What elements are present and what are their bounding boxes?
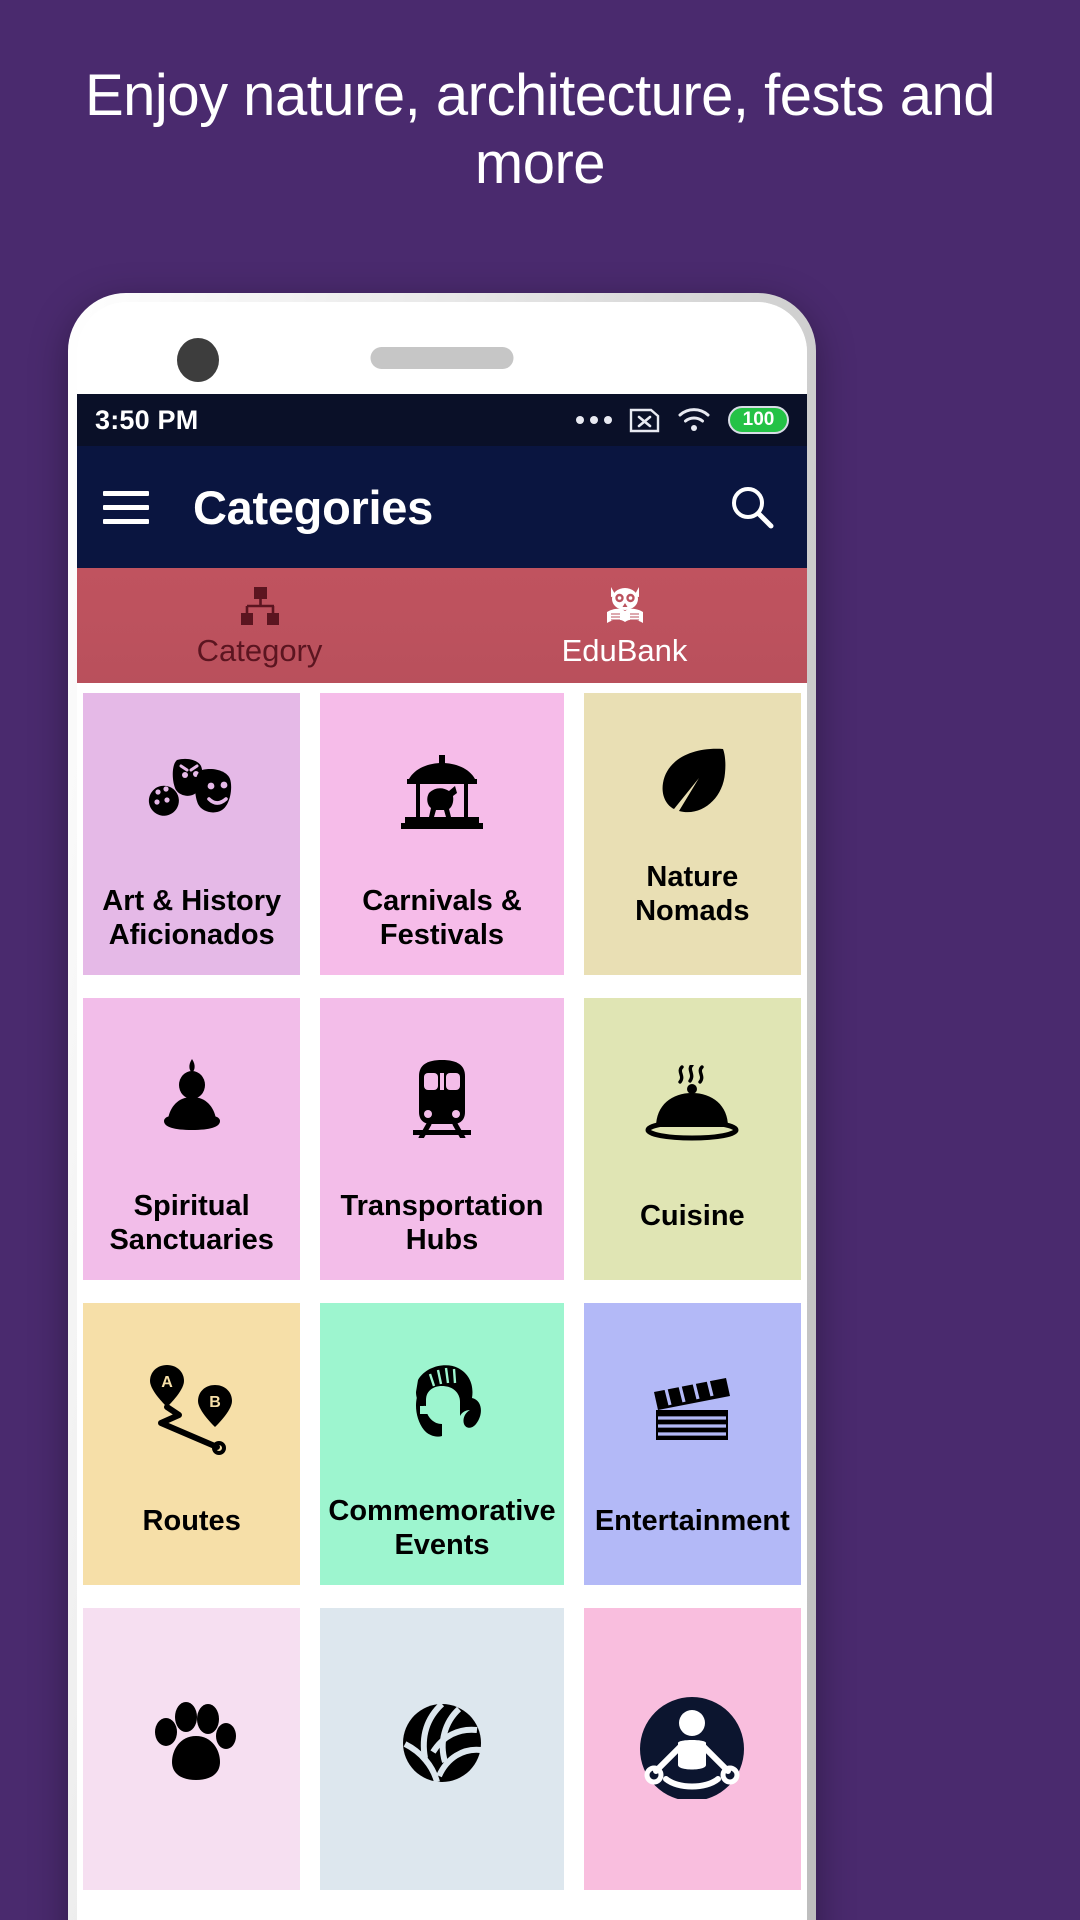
category-tile-label: Routes xyxy=(142,1505,241,1538)
category-tile[interactable] xyxy=(583,1608,801,1890)
leaf-icon xyxy=(592,703,793,861)
earpiece-speaker xyxy=(370,347,514,369)
front-camera-icon xyxy=(177,338,219,382)
theater-masks-icon xyxy=(91,703,292,885)
svg-text:B: B xyxy=(209,1394,221,1411)
category-tile[interactable]: Art & History Aficionados xyxy=(83,693,301,975)
promo-headline: Enjoy nature, architecture, fests and mo… xyxy=(84,63,996,196)
owl-book-icon xyxy=(602,582,648,628)
route-ab-icon: A B xyxy=(91,1313,292,1505)
category-tile-label: Nature Nomads xyxy=(635,861,750,928)
status-bar: 3:50 PM 100 xyxy=(77,394,807,446)
status-icons: 100 xyxy=(576,406,789,434)
category-tile-label: Transportation Hubs xyxy=(340,1190,544,1257)
category-tile-label: Carnivals & Festivals xyxy=(362,885,522,952)
category-tile-label xyxy=(592,1868,793,1874)
category-tile-label: Entertainment xyxy=(594,1505,790,1538)
tab-edubank[interactable]: EduBank xyxy=(442,568,807,683)
wifi-icon xyxy=(677,407,711,433)
category-tile[interactable]: Entertainment xyxy=(583,1303,801,1585)
status-clock: 3:50 PM xyxy=(95,404,199,435)
no-sim-icon xyxy=(629,408,660,433)
category-tile[interactable]: A B Routes xyxy=(83,1303,301,1585)
app-bar: Categories xyxy=(77,446,807,568)
category-tile[interactable]: Transportation Hubs xyxy=(320,998,564,1280)
category-tile-label: Art & History Aficionados xyxy=(102,885,282,952)
category-tile[interactable]: Cuisine xyxy=(583,998,801,1280)
tab-category[interactable]: Category xyxy=(77,568,442,683)
clapperboard-icon xyxy=(592,1313,793,1505)
volleyball-icon xyxy=(328,1618,555,1868)
tab-bar: Category EduBank xyxy=(77,568,807,683)
category-tile[interactable] xyxy=(320,1608,564,1890)
category-grid: Art & History Aficionados Carnivals & Fe… xyxy=(83,693,801,1890)
hamburger-menu-icon[interactable] xyxy=(103,490,149,524)
food-cloche-icon xyxy=(592,1008,793,1200)
carousel-icon xyxy=(328,703,555,885)
category-tile[interactable]: Spiritual Sanctuaries xyxy=(83,998,301,1280)
paw-print-icon xyxy=(91,1618,292,1868)
phone-mockup: 3:50 PM 100 Categories Category EduBank … xyxy=(68,293,816,1920)
tab-edubank-label: EduBank xyxy=(561,633,688,669)
phone-screen: 3:50 PM 100 Categories Category EduBank … xyxy=(77,302,807,1920)
category-tile-label: Spiritual Sanctuaries xyxy=(109,1190,274,1257)
category-tile-label xyxy=(91,1868,292,1874)
category-tile-label: Commemorative Events xyxy=(328,1495,556,1562)
tab-category-label: Category xyxy=(196,633,323,669)
train-icon xyxy=(328,1008,555,1190)
phone-notch-area xyxy=(77,302,807,394)
spartan-helmet-icon xyxy=(328,1313,555,1495)
more-dots-icon xyxy=(576,416,612,424)
category-tile[interactable]: Commemorative Events xyxy=(320,1303,564,1585)
category-tile[interactable] xyxy=(83,1608,301,1890)
category-tile[interactable]: Carnivals & Festivals xyxy=(320,693,564,975)
category-tile-label xyxy=(328,1868,555,1874)
page-title: Categories xyxy=(193,480,433,534)
category-grid-scroll[interactable]: Art & History Aficionados Carnivals & Fe… xyxy=(77,683,807,1920)
category-tile[interactable]: Nature Nomads xyxy=(583,693,801,975)
buddha-icon xyxy=(91,1008,292,1190)
svg-text:A: A xyxy=(161,1374,173,1391)
battery-badge: 100 xyxy=(728,406,789,434)
category-tile-label: Cuisine xyxy=(639,1200,745,1233)
sitemap-icon xyxy=(237,582,283,628)
meditation-icon xyxy=(592,1618,793,1868)
search-icon[interactable] xyxy=(727,482,777,532)
